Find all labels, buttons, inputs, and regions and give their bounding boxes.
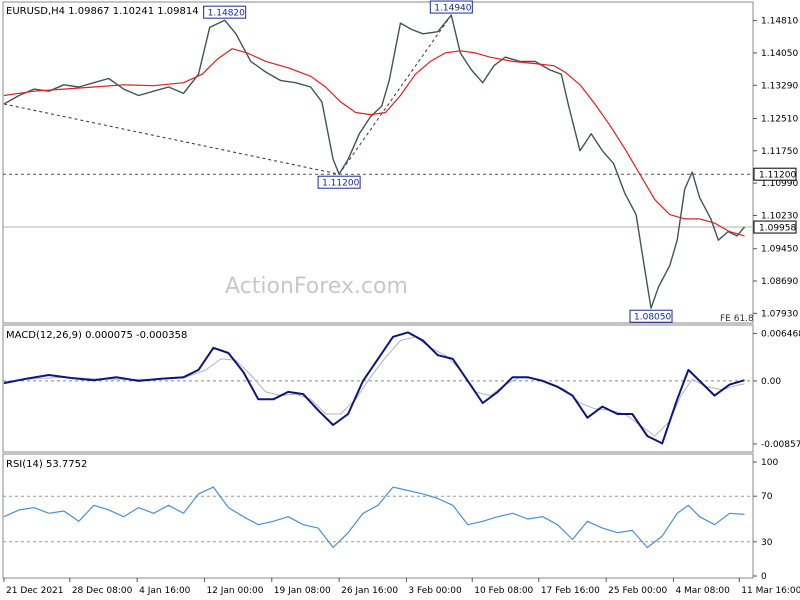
price-annotation: 1.08050 [629, 309, 673, 323]
rsi-panel: RSI(14) 53.7752 100 70 30 0 [2, 453, 778, 582]
support-price-tag-label: 1.11200 [759, 171, 796, 181]
time-axis-tick-label: 3 Feb 00:00 [408, 586, 462, 596]
time-axis-tick-label: 11 Mar 16:00 [741, 586, 800, 596]
time-axis-tick-label: 28 Dec 08:00 [72, 586, 133, 596]
price-panel: EURUSD,H4 1.09867 1.10241 1.09814 1.0995… [2, 0, 798, 324]
macd-title: MACD(12,26,9) 0.000075 -0.000358 [6, 330, 187, 341]
price-annotation: 1.14820 [203, 5, 247, 19]
price-axis-tick-label: 1.13290 [761, 81, 798, 91]
time-axis-tick-label: 21 Dec 2021 [6, 586, 64, 596]
time-axis-tick-label: 4 Jan 16:00 [139, 586, 191, 596]
price-axis-tick-label: 1.10230 [761, 211, 798, 221]
time-axis: 21 Dec 2021 28 Dec 08:00 4 Jan 16:00 12 Jan… [3, 578, 800, 596]
price-axis-tick-label: 1.11750 [761, 147, 798, 157]
time-axis-tick-label: 25 Feb 00:00 [608, 586, 667, 596]
rsi-title: RSI(14) 53.7752 [6, 459, 87, 470]
current-price-tag-label: 1.09958 [759, 224, 796, 234]
price-axis-tick-label: 1.07930 [761, 309, 798, 319]
time-axis-tick-label: 12 Jan 00:00 [206, 586, 263, 596]
time-axis-tick-label: 4 Mar 08:00 [675, 586, 730, 596]
price-annotation-label: 1.08050 [634, 313, 671, 323]
macd-axis: 0.006468 0.00 -0.008573 [753, 329, 800, 450]
time-axis-tick-label: 26 Jan 16:00 [341, 586, 398, 596]
time-axis-tick-label: 10 Feb 08:00 [474, 586, 533, 596]
price-axis-tick-label: 1.08690 [761, 277, 798, 287]
macd-axis-tick-label: 0.00 [761, 377, 781, 387]
rsi-axis-tick-label: 0 [761, 572, 767, 582]
price-annotation-label: 1.11200 [322, 179, 359, 189]
current-price-tag: 1.09958 [753, 220, 797, 234]
price-axis-tick-label: 1.14050 [761, 49, 798, 59]
chart-root: EURUSD,H4 1.09867 1.10241 1.09814 1.0995… [2, 0, 800, 596]
price-annotation-label: 1.14940 [434, 4, 471, 14]
price-axis-tick-label: 1.14810 [761, 17, 798, 27]
rsi-axis-tick-label: 30 [761, 538, 773, 548]
macd-panel: MACD(12,26,9) 0.000075 -0.000358 0.00646… [2, 324, 800, 453]
price-axis: 1.148101.140501.132901.125101.117501.109… [753, 17, 798, 319]
price-axis-tick-label: 1.12510 [761, 114, 798, 124]
rsi-axis-tick-label: 100 [761, 458, 778, 468]
fib-label: FE 61.8 [720, 314, 754, 324]
rsi-axis: 100 70 30 0 [753, 458, 778, 582]
time-axis-tick-label: 19 Jan 08:00 [274, 586, 331, 596]
rsi-panel-frame [2, 453, 754, 579]
price-annotation: 1.14940 [429, 0, 473, 14]
macd-axis-tick-label: -0.008573 [761, 440, 800, 450]
price-axis-tick-label: 1.09450 [761, 245, 798, 255]
watermark: ActionForex.com [225, 274, 408, 299]
support-price-tag: 1.11200 [753, 167, 797, 181]
rsi-axis-tick-label: 70 [761, 492, 773, 502]
time-axis-tick-label: 17 Feb 16:00 [541, 586, 600, 596]
macd-panel-frame [2, 324, 754, 453]
macd-axis-tick-label: 0.006468 [761, 329, 800, 339]
price-annotation: 1.11200 [317, 175, 361, 189]
price-annotation-label: 1.14820 [208, 9, 245, 19]
